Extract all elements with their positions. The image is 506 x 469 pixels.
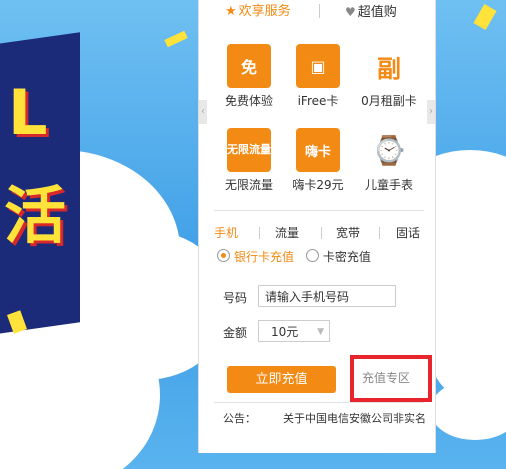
tab-deal-label: 超值购: [357, 5, 397, 20]
star-icon: ★: [225, 4, 237, 19]
amount-select[interactable]: 10元 ▼: [258, 320, 330, 342]
notice-bar: 公告： 关于中国电信安徽公司非实名: [199, 406, 435, 428]
banner-char: L: [8, 76, 48, 149]
tab-divider: [321, 227, 322, 239]
cloud: [430, 380, 506, 440]
recharge-tabs: 手机 流量 宽带 固话: [214, 224, 429, 242]
free-trial-icon: 免: [227, 44, 271, 88]
tab-data[interactable]: 流量: [275, 224, 299, 241]
divider: [214, 210, 424, 211]
service-secondary-card[interactable]: 副 0月租副卡: [353, 44, 425, 109]
service-hi-card[interactable]: 嗨卡 嗨卡29元: [282, 128, 354, 193]
radio-card[interactable]: 卡密充值: [305, 249, 371, 264]
notice-link[interactable]: 关于中国电信安徽公司非实名: [283, 410, 431, 426]
next-arrow[interactable]: ›: [427, 100, 435, 124]
service-label: iFree卡: [297, 94, 339, 108]
tab-share-label: 欢享服务: [238, 4, 291, 19]
unlimited-data-icon: 无限流量: [227, 128, 271, 172]
tab-mobile[interactable]: 手机: [214, 224, 238, 241]
service-label: 无限流量: [224, 178, 273, 192]
service-panel: ★ 欢享服务 ♥ 超值购 ‹ › 免 免费体验 ▣ iFree卡 副 0月租副卡 无…: [198, 0, 436, 453]
notice-label: 公告：: [223, 412, 256, 425]
hi-card-icon: 嗨卡: [296, 128, 340, 172]
phone-number-input[interactable]: 请输入手机号码: [258, 285, 396, 307]
service-kids-watch[interactable]: ⌚ 儿童手表: [353, 128, 425, 193]
watch-icon: ⌚: [371, 133, 407, 167]
tab-broadband[interactable]: 宽带: [336, 224, 360, 241]
recharge-zone-link[interactable]: 充值专区: [350, 355, 432, 402]
secondary-card-icon: 副: [377, 54, 401, 83]
heart-icon: ♥: [345, 5, 356, 19]
service-label: 儿童手表: [364, 178, 413, 192]
radio-bank-label: 银行卡充值: [234, 250, 295, 264]
tab-landline[interactable]: 固话: [396, 224, 420, 241]
amount-value: 10元: [271, 325, 299, 339]
tab-divider: [319, 4, 320, 18]
panel-tabs: ★ 欢享服务 ♥ 超值购: [199, 0, 435, 24]
prev-arrow[interactable]: ‹: [199, 100, 207, 124]
amount-label: 金额: [223, 326, 248, 340]
radio-unchecked-icon: [305, 249, 319, 262]
number-label: 号码: [223, 291, 248, 305]
service-unlimited[interactable]: 无限流量 无限流量: [213, 128, 285, 193]
tab-divider: [379, 227, 380, 239]
sim-card-icon: ▣: [296, 44, 340, 88]
service-label: 嗨卡29元: [292, 178, 344, 192]
radio-card-label: 卡密充值: [322, 250, 371, 264]
service-label: 0月租副卡: [361, 94, 417, 108]
service-ifree[interactable]: ▣ iFree卡: [282, 44, 354, 109]
radio-bank[interactable]: 银行卡充值: [217, 249, 295, 264]
radio-checked-icon: [217, 249, 230, 262]
tab-share[interactable]: ★ 欢享服务: [225, 2, 291, 22]
chevron-down-icon: ▼: [317, 327, 324, 337]
confetti: [473, 3, 497, 31]
recharge-method: 银行卡充值 卡密充值: [217, 248, 371, 265]
banner-char: 活: [4, 179, 67, 252]
confetti: [164, 30, 188, 48]
tab-divider: [259, 227, 260, 239]
divider: [214, 402, 424, 403]
tab-deal[interactable]: ♥ 超值购: [345, 2, 397, 22]
service-label: 免费体验: [224, 94, 273, 108]
recharge-now-button[interactable]: 立即充值: [227, 366, 336, 393]
service-free-trial[interactable]: 免 免费体验: [213, 44, 285, 109]
